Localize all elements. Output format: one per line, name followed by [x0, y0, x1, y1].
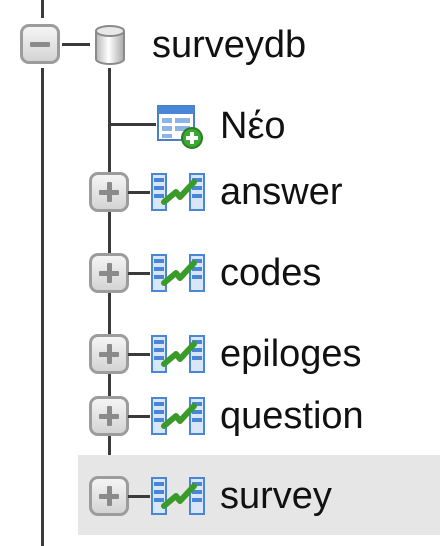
table-label[interactable]: answer: [220, 170, 343, 214]
table-label[interactable]: codes: [220, 251, 321, 295]
new-table-icon: [156, 104, 206, 150]
new-item-label[interactable]: Νέο: [220, 104, 286, 148]
table-structure-icon: [150, 394, 208, 438]
tree-connector-line: [108, 123, 156, 126]
table-structure-icon: [150, 474, 208, 518]
tree-connector-line: [128, 495, 150, 498]
table-label[interactable]: epiloges: [220, 332, 362, 376]
expand-toggle-button[interactable]: [89, 334, 129, 374]
minus-icon: [30, 42, 50, 47]
table-label[interactable]: question: [220, 394, 364, 438]
tree-connector-line: [128, 191, 150, 194]
table-structure-icon: [150, 332, 208, 376]
database-label[interactable]: surveydb: [152, 23, 306, 67]
expand-toggle-button[interactable]: [89, 396, 129, 436]
tree-connector-line: [41, 68, 44, 546]
tree-connector-line: [128, 272, 150, 275]
tree-connector-line: [62, 43, 90, 46]
tree-connector-line: [128, 415, 150, 418]
tree-connector-line: [128, 353, 150, 356]
collapse-toggle-button[interactable]: [20, 24, 60, 64]
navigation-tree: surveydb Νέο answer codes epiloges quest…: [0, 0, 440, 546]
expand-toggle-button[interactable]: [89, 172, 129, 212]
table-structure-icon: [150, 170, 208, 214]
expand-toggle-button[interactable]: [89, 253, 129, 293]
database-icon: [90, 22, 130, 68]
table-label[interactable]: survey: [220, 474, 332, 518]
table-structure-icon: [150, 251, 208, 295]
tree-connector-line: [41, 0, 44, 18]
expand-toggle-button[interactable]: [89, 476, 129, 516]
